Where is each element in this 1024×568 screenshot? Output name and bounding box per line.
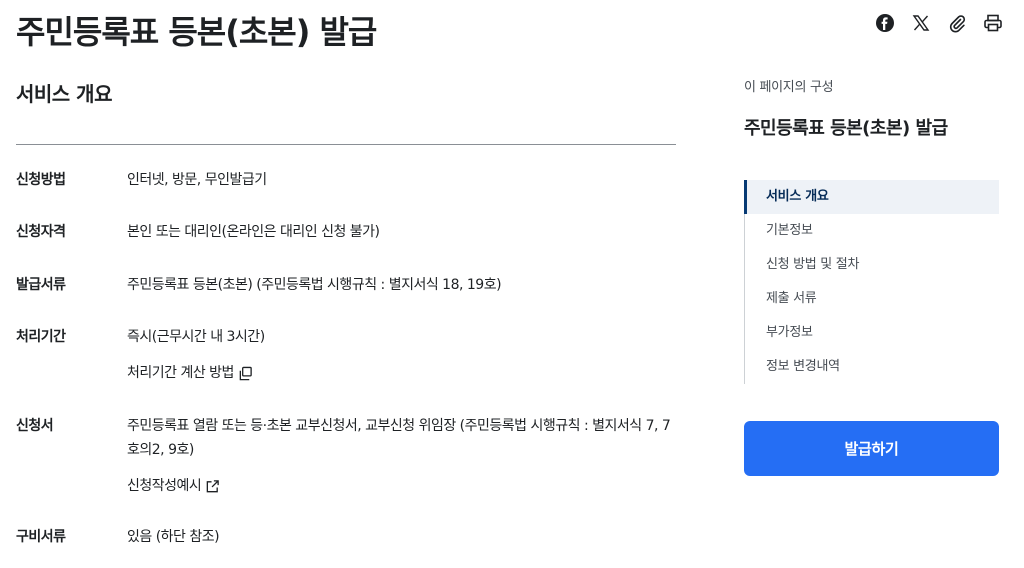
toc-item-procedure[interactable]: 신청 방법 및 절차 bbox=[745, 248, 999, 282]
info-value: 주민등록표 등본(초본) (주민등록법 시행규칙 : 별지서식 18, 19호) bbox=[127, 277, 502, 293]
facebook-icon[interactable] bbox=[874, 12, 896, 34]
link-label: 신청작성예시 bbox=[127, 478, 202, 494]
toc-item-change-history[interactable]: 정보 변경내역 bbox=[745, 350, 999, 384]
toc-title: 주민등록표 등본(초본) 발급 bbox=[744, 118, 948, 139]
toc-caption: 이 페이지의 구성 bbox=[744, 80, 834, 95]
print-icon[interactable] bbox=[982, 12, 1004, 34]
application-example-link[interactable]: 신청작성예시 bbox=[127, 476, 220, 496]
info-label: 신청서 bbox=[16, 418, 54, 434]
info-value-block: 즉시(근무시간 내 3시간) 처리기간 계산 방법 bbox=[127, 325, 677, 385]
info-label: 신청자격 bbox=[16, 224, 66, 240]
info-value: 주민등록표 열람 또는 등·초본 교부신청서, 교부신청 위임장 (주민등록법 … bbox=[127, 418, 671, 458]
toc-item-basic-info[interactable]: 기본정보 bbox=[745, 214, 999, 248]
info-label: 신청방법 bbox=[16, 172, 66, 188]
link-icon[interactable] bbox=[946, 12, 968, 34]
issue-button[interactable]: 발급하기 bbox=[744, 421, 999, 476]
page: 주민등록표 등본(초본) 발급 서비스 개요 신청방법 인터넷, 방문, 무인발… bbox=[0, 0, 1024, 568]
processing-time-calc-link[interactable]: 처리기간 계산 방법 bbox=[127, 363, 253, 383]
copy-icon bbox=[239, 366, 252, 380]
toc-item-documents[interactable]: 제출 서류 bbox=[745, 282, 999, 316]
page-title: 주민등록표 등본(초본) 발급 bbox=[16, 13, 377, 51]
info-label: 처리기간 bbox=[16, 329, 66, 345]
toc-item-additional-info[interactable]: 부가정보 bbox=[745, 316, 999, 350]
info-value: 있음 (하단 참조) bbox=[127, 529, 220, 545]
info-value: 본인 또는 대리인(온라인은 대리인 신청 불가) bbox=[127, 224, 380, 240]
info-value: 즉시(근무시간 내 3시간) bbox=[127, 329, 265, 345]
info-label: 발급서류 bbox=[16, 277, 66, 293]
x-icon[interactable] bbox=[910, 12, 932, 34]
link-label: 처리기간 계산 방법 bbox=[127, 365, 234, 381]
section-divider bbox=[16, 144, 676, 145]
toc-nav: 서비스 개요 기본정보 신청 방법 및 절차 제출 서류 부가정보 정보 변경내… bbox=[744, 180, 999, 384]
section-heading-overview: 서비스 개요 bbox=[16, 82, 112, 106]
info-value-block: 주민등록표 열람 또는 등·초본 교부신청서, 교부신청 위임장 (주민등록법 … bbox=[127, 414, 677, 498]
share-toolbar bbox=[874, 12, 1004, 34]
info-value: 인터넷, 방문, 무인발급기 bbox=[127, 172, 267, 188]
external-link-icon bbox=[206, 479, 220, 492]
toc-item-overview[interactable]: 서비스 개요 bbox=[744, 180, 999, 214]
info-label: 구비서류 bbox=[16, 529, 66, 545]
